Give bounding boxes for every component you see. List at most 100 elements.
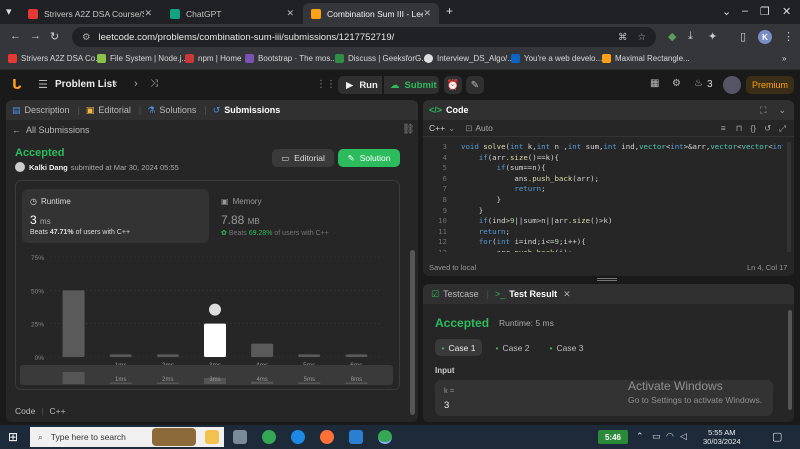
shuffle-icon[interactable]: ⤨ — [150, 78, 158, 89]
tab-submissions[interactable]: Submissions — [224, 105, 280, 115]
code-line[interactable]: 3 void solve(int k,int n ,int sum,int ind… — [423, 142, 783, 153]
browser-tab-striver[interactable]: Strivers A2Z DSA Course/Sheet ✕ — [20, 3, 160, 24]
solution-button[interactable]: ✎ Solution — [338, 149, 400, 167]
submit-button[interactable]: ☁ Submit — [384, 76, 439, 94]
url-input[interactable]: ⚙ leetcode.com/problems/combination-sum-… — [72, 27, 656, 47]
vscode-icon[interactable] — [349, 430, 363, 444]
leetcode-logo-icon[interactable]: ᒐ — [12, 77, 22, 93]
tab-description[interactable]: Description — [25, 105, 70, 115]
extensions-puzzle-icon[interactable]: ✦ — [708, 30, 717, 43]
forward-arrow-icon[interactable]: → — [30, 30, 41, 42]
chart-bar[interactable] — [345, 354, 368, 357]
tab-search-icon[interactable]: ▾ — [6, 5, 12, 18]
menu-kebab-icon[interactable]: ⋮ — [783, 30, 794, 43]
chevron-down-icon[interactable]: ⌄ — [722, 5, 731, 18]
code-line[interactable]: 10 if(ind>9||sum>n||arr.size()>k) — [423, 216, 783, 227]
debug-icon[interactable]: ⋮⋮ — [316, 79, 336, 90]
timer-icon[interactable]: ⏰ — [444, 76, 462, 94]
notifications-icon[interactable]: ▢ — [772, 430, 782, 443]
code-line[interactable]: 4 if(arr.size()==k){ — [423, 153, 783, 164]
close-icon[interactable]: ✕ — [286, 8, 294, 19]
case-1-tab[interactable]: • Case 1 — [435, 339, 482, 356]
all-submissions-link[interactable]: ← All Submissions — [12, 125, 90, 135]
bookmark-icon[interactable]: ⊓ — [736, 123, 743, 134]
code-line[interactable]: 12 for(int i=ind;i<=9;i++){ — [423, 237, 783, 248]
settings-gear-icon[interactable]: ⚙ — [672, 78, 681, 89]
code-tab-title[interactable]: Code — [446, 105, 469, 115]
profile-avatar[interactable]: K — [758, 30, 772, 44]
battery-icon[interactable]: ▭ — [652, 431, 661, 442]
close-icon[interactable]: ✕ — [144, 8, 152, 19]
restore-icon[interactable]: ❐ — [760, 5, 770, 18]
bookmark-star-icon[interactable]: ☆ — [637, 32, 646, 43]
code-line[interactable]: 7 return; — [423, 184, 783, 195]
code-line[interactable]: 9 } — [423, 206, 783, 217]
close-icon[interactable]: ✕ — [423, 8, 431, 19]
bookmark-item[interactable]: Maximal Rectangle... — [602, 54, 690, 63]
tab-editorial[interactable]: Editorial — [98, 105, 131, 115]
chevron-up-icon[interactable]: ⌃ — [636, 431, 644, 442]
code-line[interactable]: 8 } — [423, 195, 783, 206]
braces-icon[interactable]: {} — [750, 123, 756, 133]
bookmark-item[interactable]: Interview_DS_Algo/... — [424, 54, 514, 63]
code-line[interactable]: 11 return; — [423, 227, 783, 238]
tab-testcase[interactable]: Testcase — [443, 289, 479, 299]
file-explorer-icon[interactable] — [205, 430, 219, 444]
bookmark-item[interactable]: npm | Home — [185, 54, 241, 63]
chart-bar[interactable] — [298, 354, 321, 357]
prev-problem-icon[interactable]: ‹ — [114, 78, 118, 90]
bookmark-item[interactable]: File System | Node.j... — [97, 54, 188, 63]
streak-fire-icon[interactable]: ♨ — [694, 78, 703, 89]
memory-card[interactable]: ▣ Memory 7.88 MB ✿ Beats 69.28% of users… — [215, 189, 395, 243]
new-tab-button[interactable]: + — [446, 4, 453, 18]
extension-icon[interactable]: ◆ — [668, 30, 676, 43]
test-panel-scrollbar[interactable] — [788, 310, 792, 410]
chart-bar[interactable] — [156, 354, 179, 357]
maximize-icon[interactable]: ⛶ — [760, 105, 766, 116]
tab-solutions[interactable]: Solutions — [159, 105, 196, 115]
case-3-tab[interactable]: • Case 3 — [543, 339, 590, 356]
layout-icon[interactable]: ▦ — [650, 78, 659, 89]
runtime-card[interactable]: ◷ Runtime 3 ms Beats 47.71% of users wit… — [22, 189, 209, 243]
collapse-chevron-icon[interactable]: ⌄ — [778, 105, 786, 116]
fullscreen-icon[interactable]: ⤢ — [779, 123, 786, 134]
chart-bar[interactable] — [251, 343, 274, 357]
chart-bar[interactable] — [204, 323, 226, 357]
reset-icon[interactable]: ↺ — [764, 123, 771, 134]
windows-start-icon[interactable]: ⊞ — [8, 430, 18, 444]
camera-icon[interactable] — [233, 430, 247, 444]
run-button[interactable]: ▶ Run — [338, 76, 382, 94]
autocomplete-mode[interactable]: Auto — [475, 123, 493, 133]
time-badge[interactable]: 5:46 — [598, 430, 628, 444]
window-close-icon[interactable]: ✕ — [782, 5, 791, 18]
bookmark-item[interactable]: Bootstrap · The mos... — [245, 54, 337, 63]
tab-test-result[interactable]: Test Result — [509, 289, 557, 299]
side-panel-icon[interactable]: ▯ — [740, 30, 746, 43]
overview-bar[interactable] — [62, 372, 85, 384]
problem-list-link[interactable]: Problem List — [55, 79, 116, 90]
link-icon[interactable]: ⛓ — [402, 124, 415, 135]
back-arrow-icon[interactable]: ← — [10, 30, 21, 42]
notes-icon[interactable]: ✎ — [466, 76, 484, 94]
chart-bar[interactable] — [109, 354, 132, 357]
chart-bar[interactable] — [62, 290, 85, 357]
translate-icon[interactable]: ⌘ — [618, 32, 628, 43]
chrome-active-icon[interactable] — [378, 430, 392, 444]
browser-tab-leetcode[interactable]: Combination Sum III - LeetCode ✕ — [303, 3, 439, 24]
format-icon[interactable]: ≡ — [721, 123, 726, 133]
volume-icon[interactable]: ◁ — [680, 431, 687, 442]
next-problem-icon[interactable]: › — [134, 78, 138, 90]
wifi-icon[interactable]: ◠ — [666, 431, 674, 442]
bookmarks-more-button[interactable]: » — [782, 54, 786, 63]
code-line[interactable]: 5 if(sum==n){ — [423, 163, 783, 174]
username[interactable]: Kalki Dang — [29, 163, 68, 172]
site-info-icon[interactable]: ⚙ — [82, 32, 91, 43]
code-line[interactable]: 6 ans.push_back(arr); — [423, 174, 783, 185]
download-icon[interactable]: ⤓ — [688, 30, 693, 43]
firefox-icon[interactable] — [320, 430, 334, 444]
left-panel-scrollbar[interactable] — [410, 250, 415, 415]
browser-tab-chatgpt[interactable]: ChatGPT ✕ — [162, 3, 302, 24]
avatar[interactable] — [723, 76, 741, 94]
code-line[interactable]: 13 arr.push_back(i); — [423, 248, 783, 252]
edge-icon[interactable] — [291, 430, 305, 444]
